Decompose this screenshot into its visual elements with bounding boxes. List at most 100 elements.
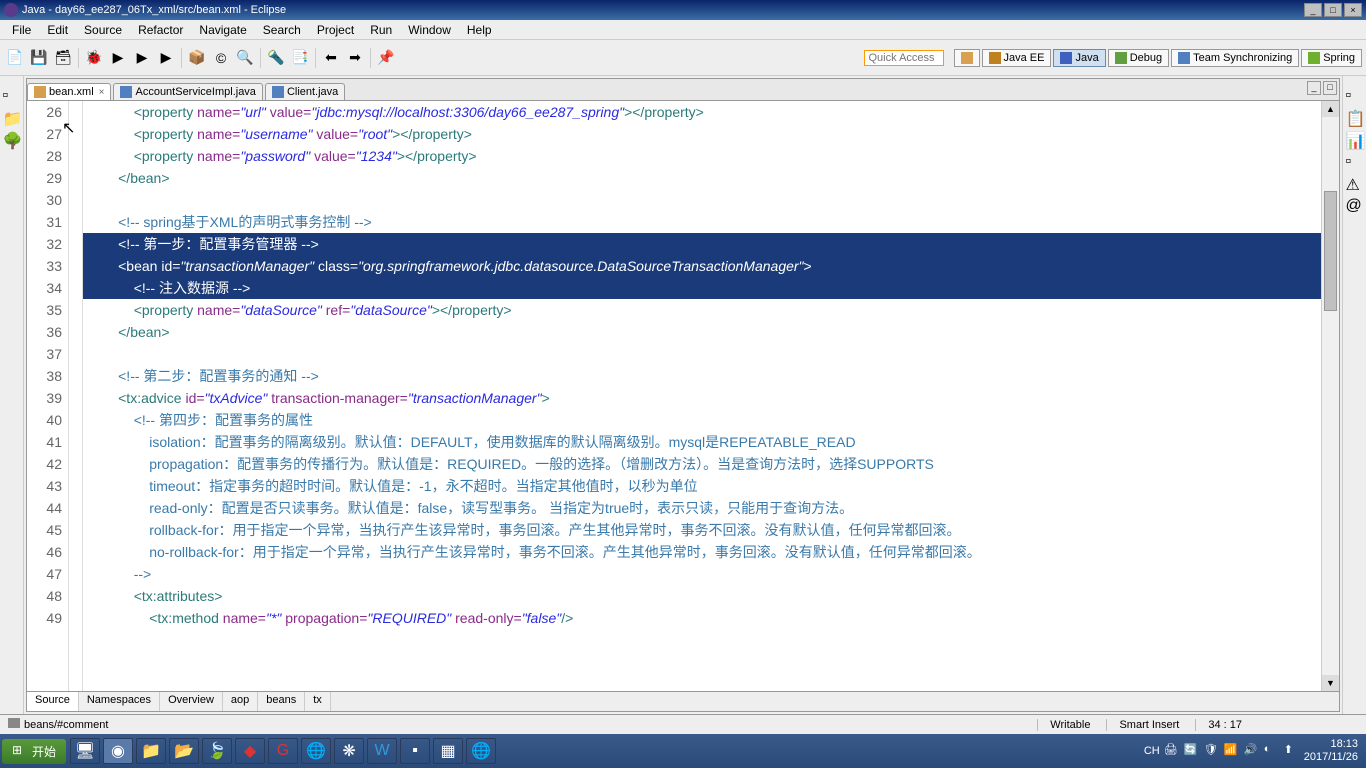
menu-help[interactable]: Help [459, 21, 500, 39]
debug-icon[interactable]: 🐞 [83, 47, 105, 69]
restore-view-icon[interactable]: ▫ [2, 86, 22, 106]
menu-search[interactable]: Search [255, 21, 309, 39]
window-controls: _ □ × [1304, 3, 1362, 17]
open-perspective-button[interactable] [954, 49, 980, 67]
tray-icon[interactable]: ◐ [1264, 743, 1280, 759]
status-writable: Writable [1037, 719, 1090, 731]
taskbar-app-icon[interactable]: 📂 [169, 738, 199, 764]
menu-edit[interactable]: Edit [39, 21, 76, 39]
save-all-icon[interactable]: 🗃 [52, 47, 74, 69]
status-insert-mode: Smart Insert [1106, 719, 1179, 731]
perspective-team-sync[interactable]: Team Synchronizing [1171, 49, 1299, 67]
run-icon[interactable]: ▶ [107, 47, 129, 69]
minimize-button[interactable]: _ [1304, 3, 1322, 17]
menu-project[interactable]: Project [309, 21, 362, 39]
btab-aop[interactable]: aop [223, 692, 258, 711]
coverage-icon[interactable]: ▶ [155, 47, 177, 69]
ime-indicator[interactable]: CH [1144, 745, 1160, 757]
btab-tx[interactable]: tx [305, 692, 331, 711]
eclipse-icon [4, 3, 18, 17]
close-tab-icon[interactable]: × [99, 87, 105, 98]
pin-icon[interactable]: 📌 [375, 47, 397, 69]
run-last-icon[interactable]: ▶ [131, 47, 153, 69]
menu-source[interactable]: Source [76, 21, 130, 39]
perspective-bar: Java EE Java Debug Team Synchronizing Sp… [954, 49, 1363, 67]
menu-refactor[interactable]: Refactor [130, 21, 191, 39]
toggle-mark-icon[interactable]: 📑 [289, 47, 311, 69]
save-icon[interactable]: 💾 [28, 47, 50, 69]
javadoc-icon[interactable]: @ [1345, 196, 1365, 216]
btab-source[interactable]: Source [27, 692, 79, 711]
editor-tab-bean-xml[interactable]: bean.xml × [27, 83, 111, 100]
scrollbar-thumb[interactable] [1324, 191, 1337, 311]
taskbar-chrome-icon[interactable]: 🌐 [301, 738, 331, 764]
vertical-scrollbar[interactable]: ▲ ▼ [1321, 101, 1339, 691]
tray-network-icon[interactable]: 📶 [1224, 743, 1240, 759]
taskbar-explorer-icon[interactable]: 📁 [136, 738, 166, 764]
workbench: ▫ 📁 🌳 bean.xml × AccountServiceImpl.java… [0, 76, 1366, 714]
minimize-editor-icon[interactable]: _ [1307, 81, 1321, 95]
taskbar-chrome-icon[interactable]: 🌐 [466, 738, 496, 764]
taskbar-app-icon[interactable]: 🍃 [202, 738, 232, 764]
tray-icon[interactable]: 🖨 [1164, 743, 1180, 759]
quick-access-input[interactable] [864, 50, 944, 66]
perspective-java[interactable]: Java [1053, 49, 1105, 67]
tray-icon[interactable]: ⬆ [1284, 743, 1300, 759]
restore-view-icon[interactable]: ▫ [1345, 86, 1365, 106]
code-editor[interactable]: 2627282930313233343536373839404142434445… [27, 101, 1339, 691]
menu-window[interactable]: Window [400, 21, 459, 39]
tray-sync-icon[interactable]: 🔄 [1184, 743, 1200, 759]
scroll-down-icon[interactable]: ▼ [1322, 675, 1339, 691]
problems-icon[interactable]: ⚠ [1345, 174, 1365, 194]
search-icon[interactable]: 🔦 [265, 47, 287, 69]
new-icon[interactable]: 📄 [4, 47, 26, 69]
menu-run[interactable]: Run [362, 21, 400, 39]
perspective-spring[interactable]: Spring [1301, 49, 1362, 67]
scroll-up-icon[interactable]: ▲ [1322, 101, 1339, 117]
restore-view-icon[interactable]: ▫ [1345, 152, 1365, 172]
btab-beans[interactable]: beans [258, 692, 305, 711]
menu-file[interactable]: File [4, 21, 39, 39]
back-icon[interactable]: ⬅ [320, 47, 342, 69]
new-package-icon[interactable]: 📦 [186, 47, 208, 69]
taskbar-app-icon[interactable]: ◆ [235, 738, 265, 764]
outline-icon[interactable]: 📊 [1345, 130, 1365, 150]
menu-navigate[interactable]: Navigate [191, 21, 254, 39]
new-class-icon[interactable]: © [210, 47, 232, 69]
folding-column[interactable] [69, 101, 83, 691]
taskbar-cmd-icon[interactable]: ▪ [400, 738, 430, 764]
comment-icon [8, 718, 20, 728]
taskbar-app-icon[interactable]: ▦ [433, 738, 463, 764]
editor-tab-account-service[interactable]: AccountServiceImpl.java [113, 83, 262, 100]
maximize-button[interactable]: □ [1324, 3, 1342, 17]
editor-tab-client[interactable]: Client.java [265, 83, 345, 100]
editor-tabs: bean.xml × AccountServiceImpl.java Clien… [27, 79, 1339, 101]
show-desktop-icon[interactable]: 🖥 [70, 738, 100, 764]
window-title: Java - day66_ee287_06Tx_xml/src/bean.xml… [22, 4, 286, 16]
taskbar-app-icon[interactable]: ❋ [334, 738, 364, 764]
package-explorer-icon[interactable]: 📁 [2, 108, 22, 128]
tray-shield-icon[interactable]: 🛡 [1204, 743, 1220, 759]
forward-icon[interactable]: ➡ [344, 47, 366, 69]
hierarchy-icon[interactable]: 🌳 [2, 130, 22, 150]
close-button[interactable]: × [1344, 3, 1362, 17]
taskbar-eclipse-icon[interactable]: ◉ [103, 738, 133, 764]
btab-namespaces[interactable]: Namespaces [79, 692, 160, 711]
clock[interactable]: 18:13 2017/11/26 [1304, 738, 1358, 764]
status-bar: beans/#comment Writable Smart Insert 34 … [0, 714, 1366, 734]
perspective-javaee[interactable]: Java EE [982, 49, 1052, 67]
btab-overview[interactable]: Overview [160, 692, 223, 711]
code-content[interactable]: <property name="url" value="jdbc:mysql:/… [83, 101, 1321, 691]
taskbar-word-icon[interactable]: W [367, 738, 397, 764]
java-file-icon [120, 86, 132, 98]
task-list-icon[interactable]: 📋 [1345, 108, 1365, 128]
taskbar-app-icon[interactable]: G [268, 738, 298, 764]
perspective-debug[interactable]: Debug [1108, 49, 1169, 67]
menu-bar: File Edit Source Refactor Navigate Searc… [0, 20, 1366, 40]
maximize-editor-icon[interactable]: □ [1323, 81, 1337, 95]
start-button[interactable]: ⊞ 开始 [2, 739, 66, 764]
open-type-icon[interactable]: 🔍 [234, 47, 256, 69]
xml-file-icon [34, 86, 46, 98]
tray-volume-icon[interactable]: 🔊 [1244, 743, 1260, 759]
editor-tab-label: AccountServiceImpl.java [135, 86, 255, 98]
